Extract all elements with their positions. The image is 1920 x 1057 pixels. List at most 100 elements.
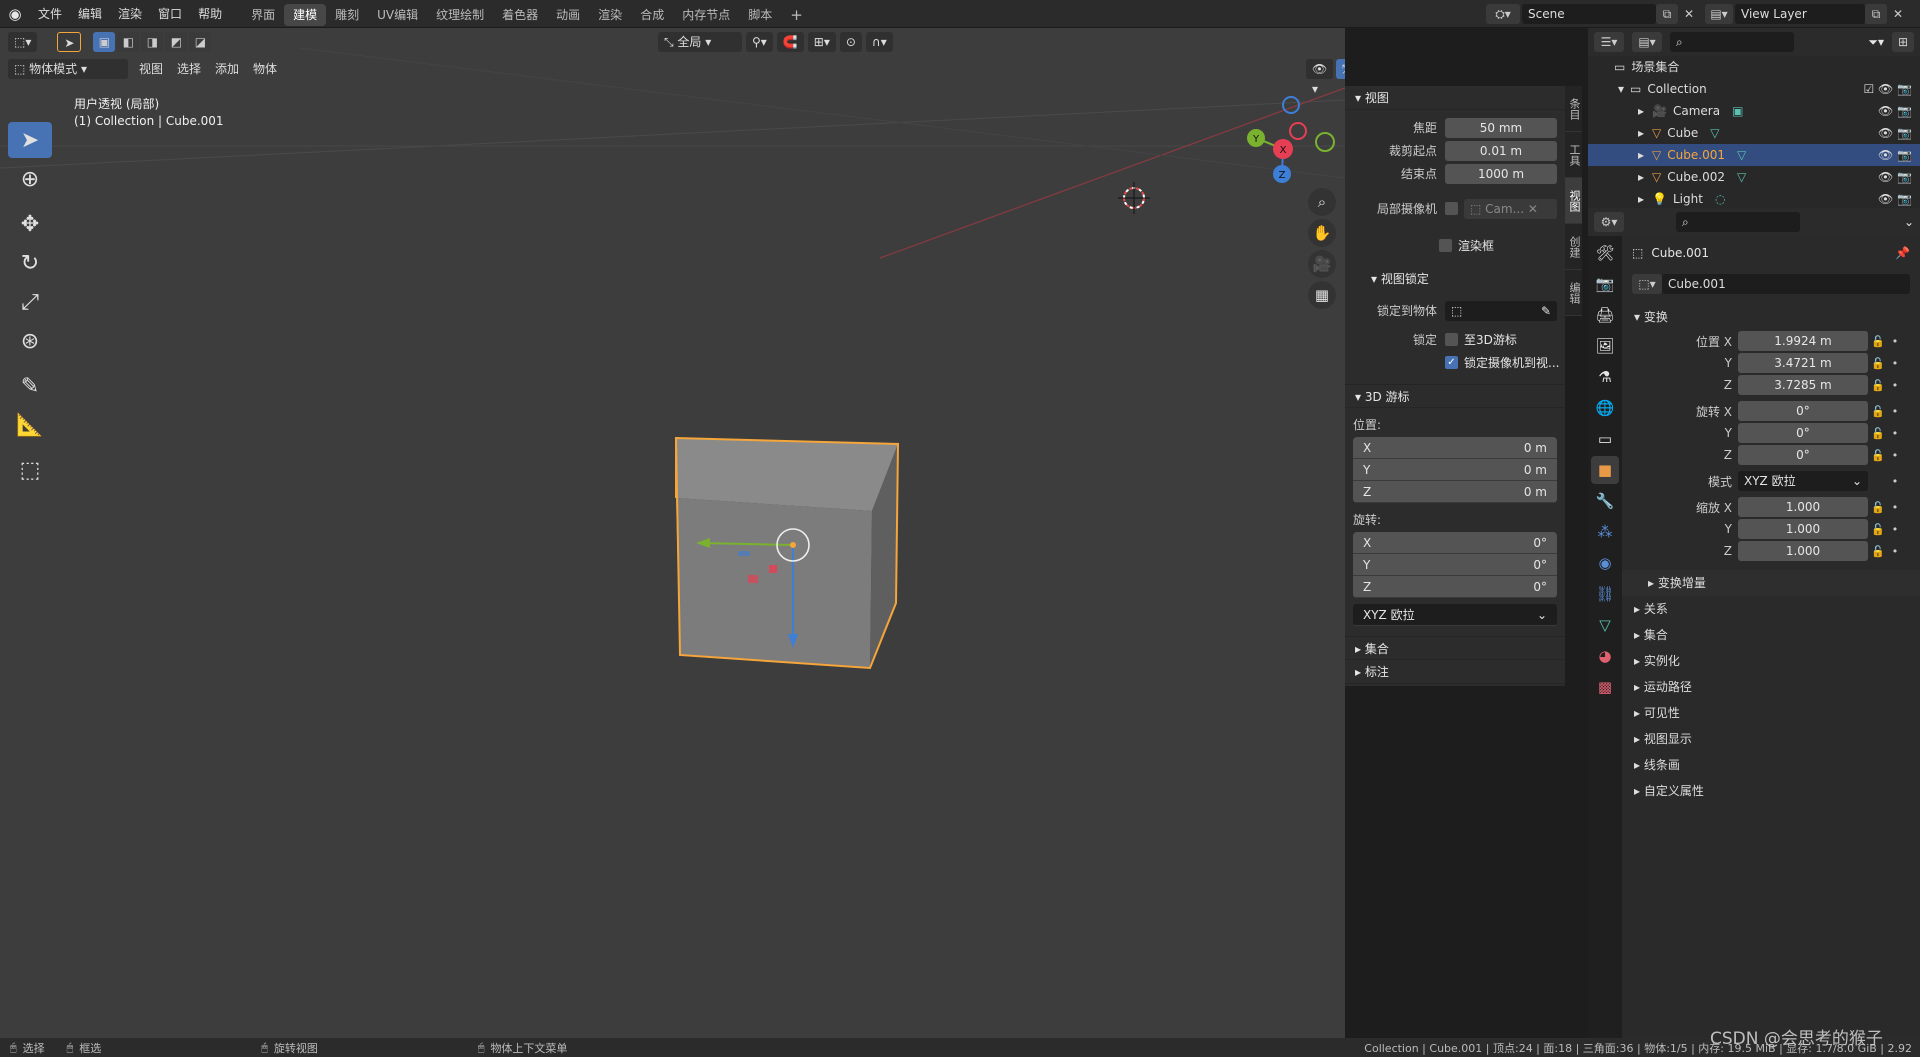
light-data-icon[interactable]: ◌ [1715,188,1725,210]
mesh-data-icon[interactable]: ▽ [1737,166,1746,188]
keyframe-dot-icon[interactable]: • [1888,335,1902,348]
cursor-loc-x-field[interactable]: X0 m [1353,437,1557,459]
scene-icon[interactable]: ⛭▾ [1486,4,1520,24]
keyframe-dot-icon[interactable]: • [1888,475,1902,488]
item-visibility-icons[interactable]: 👁 📷 [1878,144,1912,166]
lock-icon[interactable]: 🔓 [1868,427,1888,440]
delete-scene-icon[interactable]: ✕ [1678,4,1700,24]
location-x-field[interactable]: 1.9924 m [1738,331,1868,351]
mode-dropdown[interactable]: ⬚ 物体模式 ▾ [8,59,128,79]
view-lock-header[interactable]: ▾ 视图锁定 [1345,267,1565,291]
ortho-grid-icon[interactable]: ▦ [1308,281,1336,309]
select-extend-icon[interactable]: ◧ [117,32,140,52]
snap-icon[interactable]: 🧲 [776,32,804,52]
transform-tool-icon[interactable]: ⊛ [8,323,52,359]
clip-start-field[interactable]: 0.01 m [1445,140,1557,161]
cursor-loc-z-field[interactable]: Z0 m [1353,481,1557,503]
item-visibility-icons[interactable]: 👁 📷 [1878,166,1912,188]
render-region-checkbox[interactable] [1439,239,1452,252]
menu-window[interactable]: 窗口 [150,0,190,28]
physics-tab-icon[interactable]: ◉ [1591,549,1619,577]
item-visibility-icons[interactable]: 👁 📷 [1878,188,1912,210]
section-collections[interactable]: ▸ 集合 [1622,622,1920,648]
rotation-z-field[interactable]: 0° [1738,445,1868,465]
outliner-item-light[interactable]: ▸ 💡 Light ◌ 👁 📷 [1588,188,1920,210]
render-tab-icon[interactable]: 📷 [1591,270,1619,298]
section-custom-properties[interactable]: ▸ 自定义属性 [1622,778,1920,804]
tab-geometry-nodes[interactable]: 内存节点 [673,4,739,26]
annotate-tool-icon[interactable]: ✎ [8,368,52,404]
lock-icon[interactable]: 🔓 [1868,523,1888,536]
texture-tab-icon[interactable]: ▩ [1591,673,1619,701]
lock-icon[interactable]: 🔓 [1868,379,1888,392]
lock-cursor-checkbox[interactable] [1445,333,1458,346]
local-camera-checkbox[interactable] [1445,202,1458,215]
keyframe-dot-icon[interactable]: • [1888,523,1902,536]
outliner-item-cube[interactable]: ▸ ▽ Cube ▽ 👁 📷 [1588,122,1920,144]
clip-end-field[interactable]: 1000 m [1445,163,1557,184]
gizmo-toggle-icon[interactable]: ⤱▾ [1336,59,1345,79]
section-line-art[interactable]: ▸ 线条画 [1622,752,1920,778]
rotate-tool-icon[interactable]: ↻ [8,245,52,281]
pan-hand-icon[interactable]: ✋ [1308,219,1336,247]
data-tab-icon[interactable]: ▽ [1591,611,1619,639]
chevron-down-icon[interactable]: ⌄ [1904,215,1914,229]
cursor-tool-icon[interactable]: ⊕ [8,161,52,197]
tab-texture-paint[interactable]: 纹理绘制 [427,4,493,26]
mesh-data-icon[interactable]: ▽ [1737,144,1746,166]
view-layer-icon[interactable]: ▤▾ [1705,4,1733,24]
section-relations[interactable]: ▸ 关系 [1622,596,1920,622]
keyframe-dot-icon[interactable]: • [1888,427,1902,440]
lock-icon[interactable]: 🔓 [1868,545,1888,558]
outliner-item-cube-001[interactable]: ▸ ▽ Cube.001 ▽ 👁 📷 [1588,144,1920,166]
viewport-menu-select[interactable]: 选择 [170,59,208,79]
select-subtract-icon[interactable]: ◨ [141,32,164,52]
blender-logo-icon[interactable]: ◉ [0,5,30,23]
display-mode-icon[interactable]: ▤▾ [1632,32,1662,52]
tab-create[interactable]: 创建 [1565,224,1582,270]
navigation-gizmo[interactable]: Y X Z [1247,96,1335,183]
orientation-dropdown[interactable]: ⤡ 全局 ▾ [658,32,742,52]
tab-animation[interactable]: 动画 [547,4,589,26]
section-viewport-display[interactable]: ▸ 视图显示 [1622,726,1920,752]
item-visibility-icons[interactable]: 👁 📷 [1878,100,1912,122]
tab-modeling[interactable]: 建模 [284,4,327,26]
output-tab-icon[interactable]: 🖨 [1591,301,1619,329]
local-camera-field[interactable]: ⬚ Cam... ✕ [1464,198,1557,219]
particles-tab-icon[interactable]: ⁂ [1591,518,1619,546]
tab-view[interactable]: 视图 [1565,178,1582,224]
scale-x-field[interactable]: 1.000 [1738,497,1868,517]
properties-search-input[interactable]: ⌕ [1676,212,1800,232]
keyframe-dot-icon[interactable]: • [1888,545,1902,558]
tab-sculpting[interactable]: 雕刻 [326,4,368,26]
lock-icon[interactable]: 🔓 [1868,501,1888,514]
scene-tab-icon[interactable]: ⚗ [1591,363,1619,391]
menu-edit[interactable]: 编辑 [70,0,110,28]
menu-render[interactable]: 渲染 [110,0,150,28]
delete-view-layer-icon[interactable]: ✕ [1887,4,1909,24]
viewport-menu-add[interactable]: 添加 [208,59,246,79]
mesh-data-icon[interactable]: ▽ [1710,122,1719,144]
cursor-section-header[interactable]: ▾ 3D 游标 [1345,384,1565,408]
scale-y-field[interactable]: 1.000 [1738,519,1868,539]
lock-to-object-field[interactable]: ⬚ ✎ [1445,300,1557,321]
eyedropper-icon[interactable]: ✎ [1541,301,1551,321]
keyframe-dot-icon[interactable]: • [1888,405,1902,418]
tab-uv-editing[interactable]: UV编辑 [368,4,427,26]
section-visibility[interactable]: ▸ 可见性 [1622,700,1920,726]
annotation-section-header[interactable]: ▸ 标注 [1345,660,1565,684]
section-motion-paths[interactable]: ▸ 运动路径 [1622,674,1920,700]
scene-name-field[interactable]: Scene [1522,4,1656,24]
filter-icon[interactable]: ⏷▾ [1868,35,1884,50]
tab-rendering[interactable]: 渲染 [589,4,631,26]
visibility-icon[interactable]: 👁▾ [1306,59,1334,96]
select-new-icon[interactable]: ▣ [93,32,116,52]
add-cube-tool-icon[interactable]: ⬚ [8,452,52,488]
new-view-layer-icon[interactable]: ⧉ [1865,4,1887,24]
constraints-tab-icon[interactable]: ⛓ [1591,580,1619,608]
view-section-header[interactable]: ▾ 视图 [1345,86,1565,110]
item-visibility-icons[interactable]: 👁 📷 [1878,122,1912,144]
keyframe-dot-icon[interactable]: • [1888,449,1902,462]
focal-length-field[interactable]: 50 mm [1445,117,1557,138]
tool-tab-icon[interactable]: 🛠 [1591,239,1619,267]
